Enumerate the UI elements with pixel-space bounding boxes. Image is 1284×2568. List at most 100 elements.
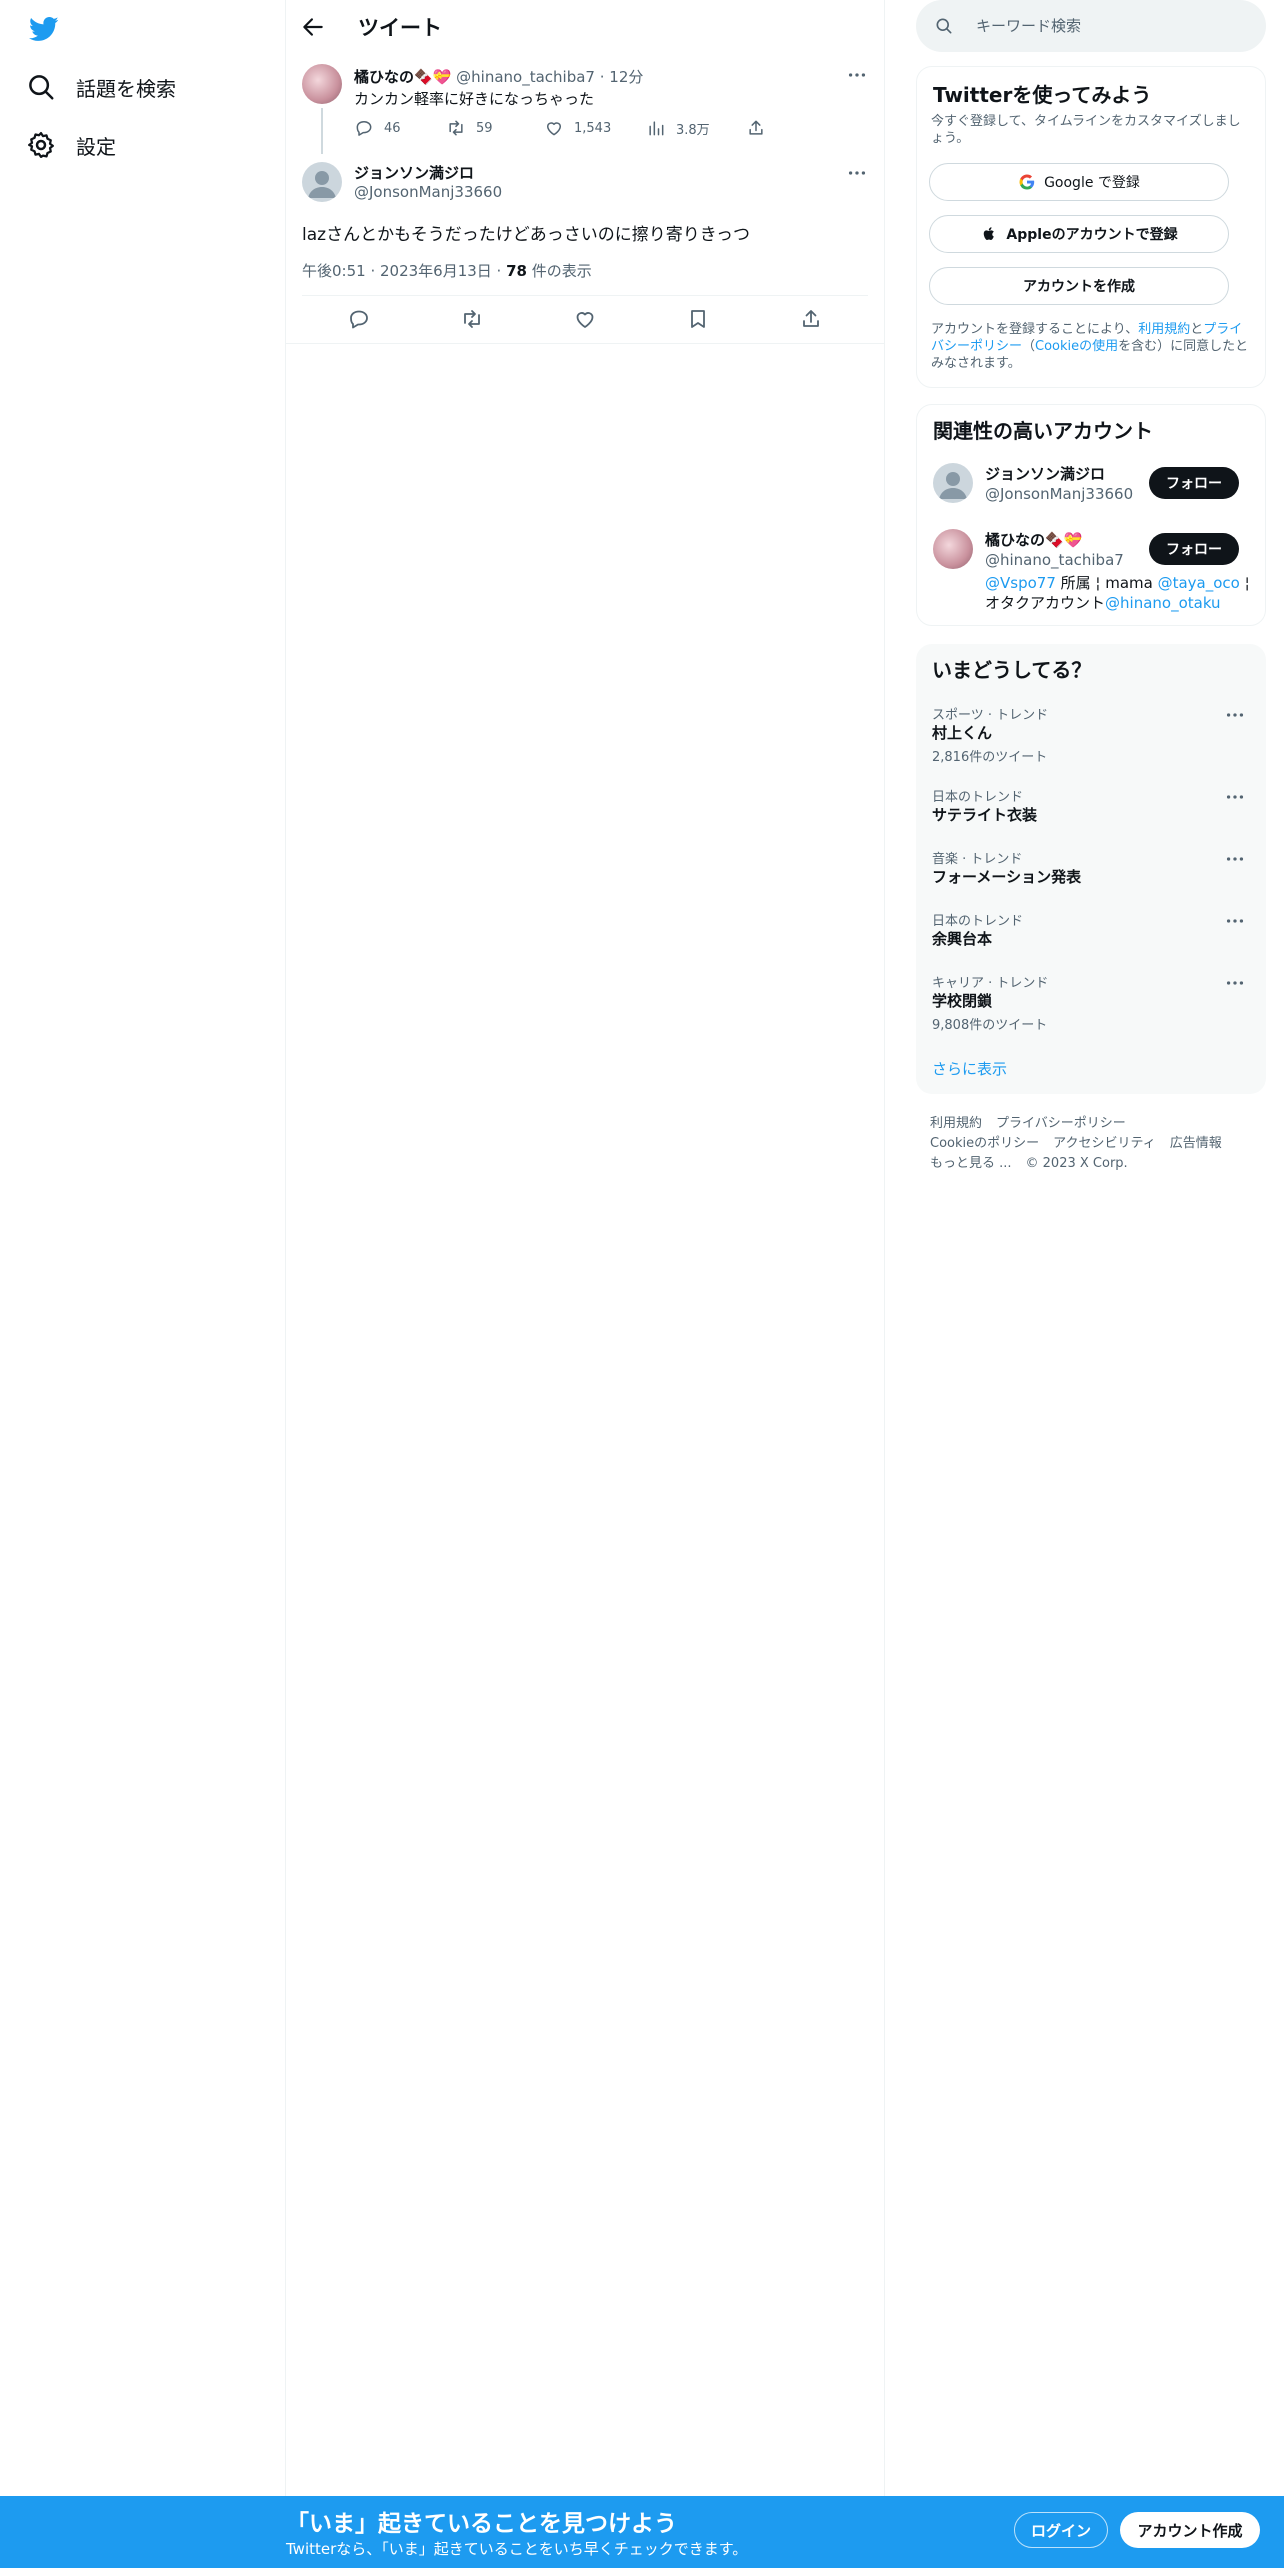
nav-item-label: 設定 <box>76 134 116 159</box>
trend-category: キャリア · トレンド <box>932 976 1049 991</box>
tweet-time[interactable]: 12分 <box>609 68 643 86</box>
avatar[interactable] <box>933 463 973 503</box>
login-button[interactable]: ログイン <box>1014 2512 1108 2548</box>
more-icon[interactable] <box>1224 972 1246 994</box>
banner-subtitle: Twitterなら、「いま」起きていることをいち早くチェックできます。 <box>286 2540 748 2558</box>
reply-button[interactable]: 46 <box>354 118 446 138</box>
author-name[interactable]: 橘ひなの🍫💝 <box>354 68 451 86</box>
trend-name: サテライト衣装 <box>932 806 1038 824</box>
footer-accessibility-link[interactable]: アクセシビリティ <box>1053 1136 1156 1151</box>
share-icon <box>746 118 766 138</box>
avatar[interactable] <box>302 64 342 104</box>
main-header: ツイート <box>286 0 884 54</box>
footer-ads-link[interactable]: 広告情報 <box>1170 1136 1222 1151</box>
author-handle[interactable]: @hinano_tachiba7 <box>456 68 595 86</box>
show-more-link[interactable]: さらに表示 <box>932 1058 1007 1079</box>
signup-card: Twitterを使ってみよう 今すぐ登録して、タイムラインをカスタマイズしましょ… <box>916 66 1266 388</box>
retweet-icon <box>446 118 466 138</box>
more-icon[interactable] <box>1224 786 1246 808</box>
retweet-count: 59 <box>476 120 493 136</box>
account-name[interactable]: ジョンソン満ジロ <box>985 463 1105 484</box>
nav-item-label: 話題を検索 <box>76 76 176 101</box>
author-handle[interactable]: @JonsonManj33660 <box>354 183 502 201</box>
banner-title: 「いま」起きていることを見つけよう <box>286 2511 677 2537</box>
search-box[interactable] <box>916 0 1266 52</box>
search-icon <box>916 16 954 36</box>
retweet-button[interactable]: 59 <box>446 118 544 138</box>
heart-icon <box>544 118 564 138</box>
back-arrow-icon[interactable] <box>300 14 326 40</box>
signup-title: Twitterを使ってみよう <box>933 83 1152 107</box>
create-account-button[interactable]: アカウント作成 <box>1120 2512 1260 2548</box>
apple-signup-label: Appleのアカウントで登録 <box>1006 227 1178 243</box>
right-sidebar: Twitterを使ってみよう 今すぐ登録して、タイムラインをカスタマイズしましょ… <box>884 0 1284 2568</box>
like-button[interactable]: 1,543 <box>544 118 646 138</box>
search-input[interactable] <box>974 16 1238 36</box>
views-count: 78 <box>506 262 527 280</box>
author-name[interactable]: ジョンソン満ジロ <box>354 162 474 183</box>
follow-button[interactable]: フォロー <box>1149 533 1239 565</box>
create-account-button[interactable]: アカウントを作成 <box>929 267 1229 305</box>
trend-name: 村上くん <box>932 724 993 742</box>
footer-privacy-link[interactable]: プライバシーポリシー <box>996 1116 1126 1131</box>
trend-name: フォーメーション発表 <box>932 868 1082 886</box>
google-icon <box>1018 173 1036 191</box>
account-handle[interactable]: @hinano_tachiba7 <box>985 551 1124 569</box>
bookmark-icon[interactable] <box>686 307 710 331</box>
follow-button[interactable]: フォロー <box>1149 467 1239 499</box>
reply-icon[interactable] <box>347 307 371 331</box>
share-icon[interactable] <box>799 307 823 331</box>
avatar[interactable] <box>302 162 342 202</box>
footer-links: もっと見る ... © 2023 X Corp. <box>930 1152 1142 1171</box>
trend-name: 余興台本 <box>932 930 993 948</box>
search-icon <box>26 72 56 102</box>
gear-icon <box>26 130 56 160</box>
tweet-actions: 46 59 1,543 3.8万 <box>354 118 766 138</box>
nav-item-settings[interactable]: 設定 <box>26 130 116 160</box>
account-handle[interactable]: @JonsonManj33660 <box>985 485 1133 503</box>
bar-chart-icon <box>646 118 666 138</box>
more-icon[interactable] <box>1224 704 1246 726</box>
account-bio: @Vspo77 所属 ¦ mama @taya_oco ¦ オタクアカウント@h… <box>985 573 1253 613</box>
more-icon[interactable] <box>846 64 868 86</box>
footer-cookie-link[interactable]: Cookieのポリシー <box>930 1136 1039 1151</box>
heart-icon[interactable] <box>573 307 597 331</box>
tweet-meta: 午後0:51 · 2023年6月13日 · 78 件の表示 <box>302 260 592 281</box>
account-name[interactable]: 橘ひなの🍫💝 <box>985 529 1082 550</box>
trend-count: 2,816件のツイート <box>932 750 1048 765</box>
retweet-icon[interactable] <box>460 307 484 331</box>
nav-item-explore[interactable]: 話題を検索 <box>26 72 176 102</box>
bio-mention-link[interactable]: @taya_oco <box>1158 574 1240 592</box>
twitter-bird-icon[interactable] <box>28 14 60 44</box>
apple-icon <box>980 225 998 243</box>
tweet-header: 橘ひなの🍫💝 @hinano_tachiba7 · 12分 <box>354 66 643 87</box>
tweet-text: lazさんとかもそうだったけどあっさいのに擦り寄りきっつ <box>302 225 751 245</box>
avatar[interactable] <box>933 529 973 569</box>
related-title: 関連性の高いアカウント <box>933 419 1153 443</box>
bio-mention-link[interactable]: @Vspo77 <box>985 574 1056 592</box>
terms-link[interactable]: 利用規約 <box>1138 322 1190 337</box>
views-label: 件の表示 <box>526 262 592 280</box>
more-icon[interactable] <box>1224 910 1246 932</box>
footer-terms-link[interactable]: 利用規約 <box>930 1116 982 1131</box>
more-icon[interactable] <box>1224 848 1246 870</box>
copyright: © 2023 X Corp. <box>1025 1156 1128 1171</box>
cookie-link[interactable]: Cookieの使用 <box>1035 339 1118 354</box>
footer-more-link[interactable]: もっと見る ... <box>930 1156 1012 1171</box>
share-button[interactable] <box>746 118 766 138</box>
views-count: 3.8万 <box>676 122 710 138</box>
trends-card: いまどうしてる？ スポーツ · トレンド 村上くん 2,816件のツイート 日本… <box>916 644 1266 1094</box>
bio-mention-link[interactable]: @hinano_otaku <box>1105 594 1221 612</box>
apple-signup-button[interactable]: Appleのアカウントで登録 <box>929 215 1229 253</box>
trend-category: 日本のトレンド <box>932 914 1024 929</box>
signup-subtitle: 今すぐ登録して、タイムラインをカスタマイズしましょう。 <box>931 114 1241 146</box>
signup-legal-note: アカウントを登録することにより、利用規約とプライバシーポリシー（Cookieの使… <box>931 321 1253 372</box>
like-count: 1,543 <box>574 120 612 136</box>
google-signup-button[interactable]: Google で登録 <box>929 163 1229 201</box>
more-icon[interactable] <box>846 162 868 184</box>
google-signup-label: Google で登録 <box>1044 175 1140 191</box>
signup-banner: 「いま」起きていることを見つけよう Twitterなら、「いま」起きていることを… <box>0 2496 1284 2568</box>
left-nav: 話題を検索 設定 <box>0 0 286 2568</box>
views-button[interactable]: 3.8万 <box>646 118 746 138</box>
tweet-datetime[interactable]: 午後0:51 · 2023年6月13日 · <box>302 262 506 280</box>
